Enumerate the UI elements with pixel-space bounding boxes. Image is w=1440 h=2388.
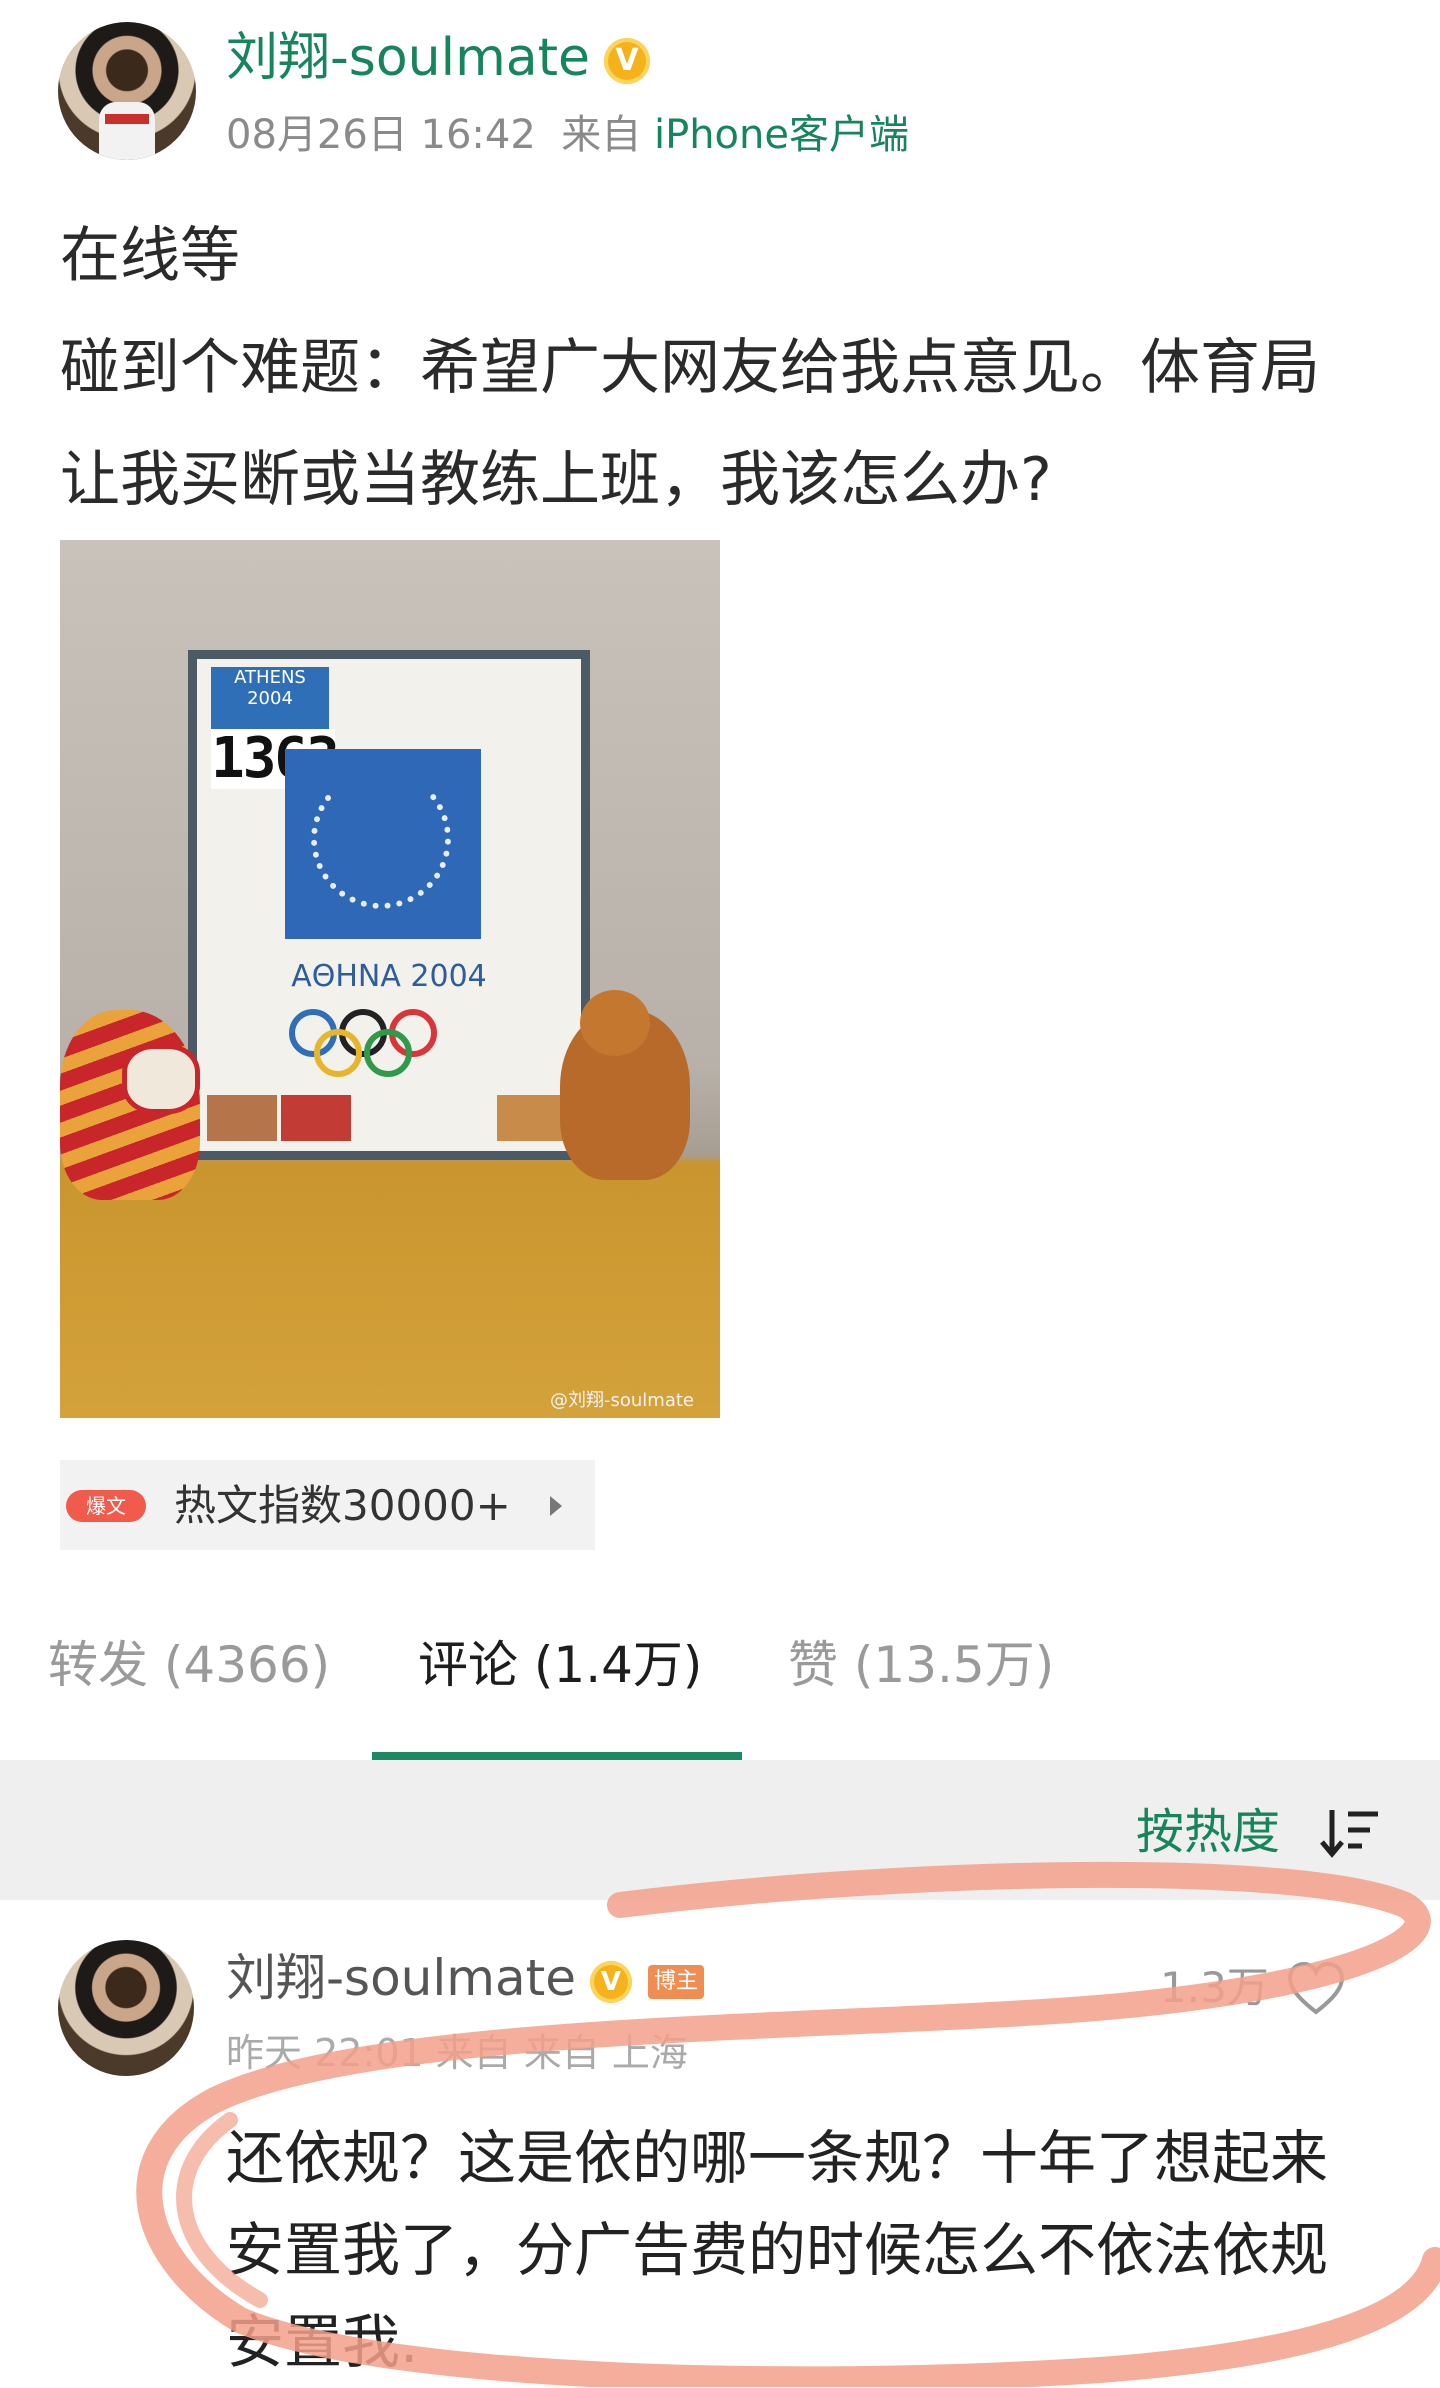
post-text: 在线等 碰到个难题：希望广大网友给我点意见。体育局 让我买断或当教练上班，我该怎… (60, 200, 1390, 536)
comment-author-text[interactable]: 刘翔-soulmate (226, 1949, 576, 2007)
tab-reposts[interactable]: 转发 (4366) (48, 1630, 330, 1700)
olive-wreath-icon (311, 769, 451, 909)
author-avatar[interactable] (58, 22, 196, 160)
comment-avatar[interactable] (58, 1940, 194, 2076)
post-text-line: 在线等 (60, 221, 240, 291)
bear-plush (560, 990, 690, 1180)
photo-watermark: @刘翔-soulmate (550, 1390, 694, 1411)
sort-icon[interactable] (1320, 1806, 1380, 1858)
author-name-text[interactable]: 刘翔-soulmate (226, 28, 590, 88)
verified-v-icon: V (603, 38, 650, 84)
tiger-plush (60, 1010, 200, 1200)
post-photo[interactable]: ATHENS 2004 1363 ΑΘΗΝΑ 2004 @刘翔-soulmate (60, 540, 720, 1418)
comment-text-line: 安置我. (226, 2308, 419, 2376)
olympic-rings-icon (289, 1009, 489, 1079)
comment-author[interactable]: 刘翔-soulmate V 博主 (226, 1946, 704, 2010)
hot-index-bar[interactable]: 爆文 热文指数30000+ (60, 1460, 595, 1550)
athens-emblem (285, 749, 481, 939)
tab-likes[interactable]: 赞 (13.5万) (788, 1630, 1054, 1700)
tab-comments[interactable]: 评论 (1.4万) (418, 1630, 702, 1700)
post-text-line: 让我买断或当教练上班，我该怎么办? (60, 445, 1052, 515)
comment-text-line: 安置我了，分广告费的时候怎么不依法依规 (226, 2216, 1329, 2284)
olympic-frame: ATHENS 2004 1363 ΑΘΗΝΑ 2004 (188, 650, 590, 1160)
comment-text: 还依规？这是依的哪一条规？十年了想起来 安置我了，分广告费的时候怎么不依法依规 … (226, 2112, 1406, 2388)
verified-v-icon: V (589, 1960, 632, 2003)
post-date: 08月26日 16:42 (226, 112, 536, 158)
post-text-line: 碰到个难题：希望广大网友给我点意见。体育局 (60, 333, 1320, 403)
comment-meta: 昨天 22:01 来自 来自 上海 (226, 2031, 688, 2075)
frame-bottom-text: ΑΘΗΝΑ 2004 (197, 959, 581, 994)
frame-bottom-text-value: ΑΘΗΝΑ 2004 (291, 959, 487, 994)
post-source-prefix: 来自 (561, 112, 642, 158)
hot-badge: 爆文 (66, 1490, 146, 1522)
sort-bar: 按热度 (0, 1760, 1440, 1900)
frame-thumbnails (207, 1091, 569, 1141)
post-device[interactable]: iPhone客户端 (654, 112, 909, 158)
comment-text-line: 还依规？这是依的哪一条规？十年了想起来 (226, 2124, 1329, 2192)
chevron-right-icon (550, 1496, 562, 1516)
post-meta: 08月26日 16:42 来自 iPhone客户端 (226, 108, 909, 162)
sort-by-hot-button[interactable]: 按热度 (1136, 1800, 1280, 1864)
owner-badge: 博主 (647, 1964, 704, 1999)
hot-index-text: 热文指数30000+ (174, 1481, 511, 1530)
author-name[interactable]: 刘翔-soulmate V (226, 26, 650, 90)
frame-top-text: ATHENS 2004 (234, 667, 306, 709)
comment-like-count: 1.3万 (1160, 1963, 1269, 2012)
active-tab-indicator (372, 1752, 742, 1760)
heart-icon[interactable] (1286, 1960, 1346, 2016)
